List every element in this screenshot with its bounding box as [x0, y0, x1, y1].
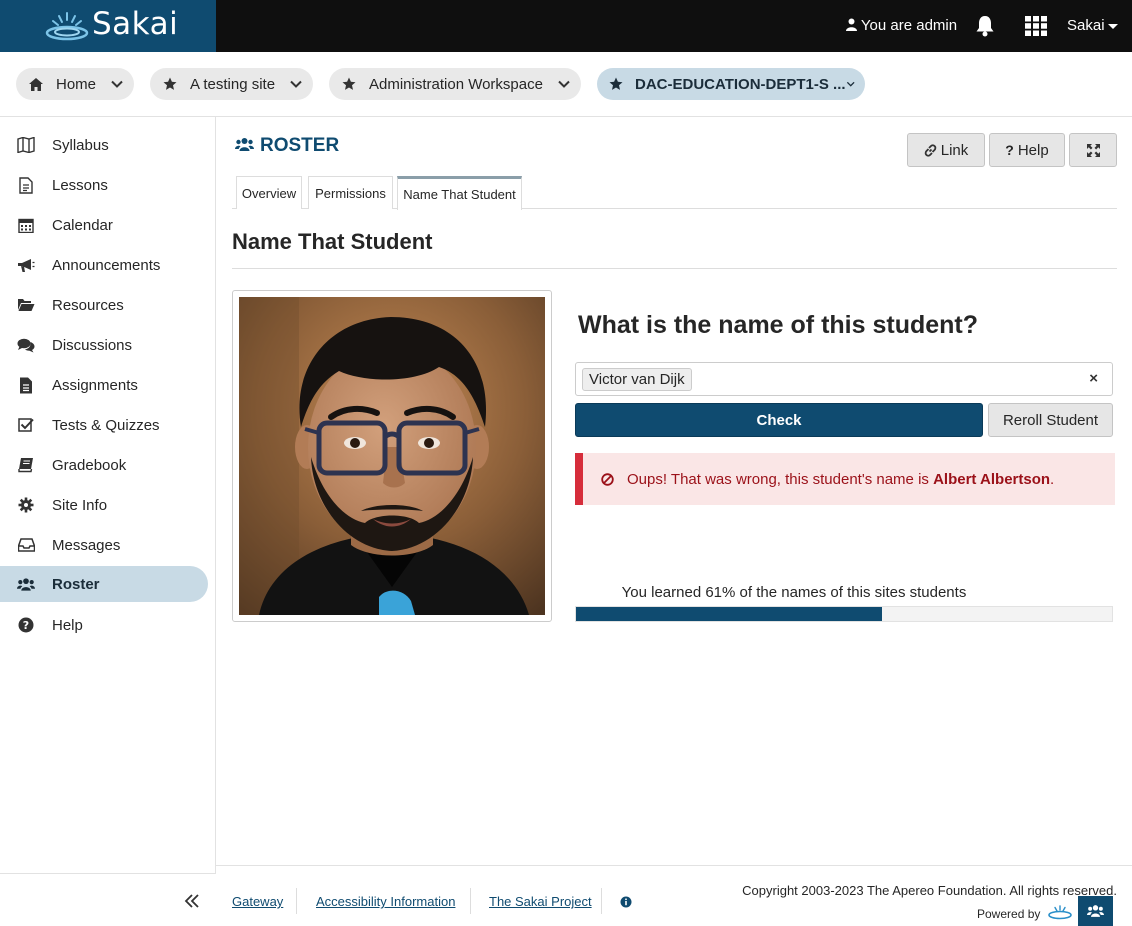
- heading-divider: [232, 268, 1117, 269]
- footer-link-sakai-project[interactable]: The Sakai Project: [489, 894, 592, 909]
- sidebar-item-site-info[interactable]: Site Info: [0, 487, 208, 523]
- inbox-icon: [17, 536, 35, 554]
- tab-overview[interactable]: Overview: [236, 176, 302, 209]
- error-alert: Oups! That was wrong, this student's nam…: [575, 453, 1115, 505]
- tab-permissions[interactable]: Permissions: [308, 176, 393, 209]
- sidebar-item-help[interactable]: ? Help: [0, 607, 208, 643]
- info-icon[interactable]: [620, 896, 632, 908]
- sidebar-item-messages[interactable]: Messages: [0, 527, 208, 563]
- users-icon: [235, 138, 254, 151]
- top-header: Sakai You are admin Sakai: [0, 0, 1132, 52]
- correct-student-name: Albert Albertson: [933, 470, 1051, 488]
- site-tab-a-testing-site[interactable]: A testing site: [150, 68, 313, 100]
- site-menu[interactable]: Sakai: [1067, 17, 1105, 34]
- user-menu[interactable]: You are admin: [846, 17, 957, 34]
- ban-icon: [601, 472, 614, 486]
- sidebar-item-assignments[interactable]: Assignments: [0, 367, 208, 403]
- site-tab-dac-education[interactable]: DAC-EDUCATION-DEPT1-S ...: [597, 68, 865, 100]
- selected-name-tag: Victor van Dijk: [582, 368, 692, 391]
- sidebar-item-discussions[interactable]: Discussions: [0, 327, 208, 363]
- users-icon: [17, 575, 35, 593]
- sakai-logo-icon: [45, 12, 89, 41]
- fullscreen-button[interactable]: [1069, 133, 1117, 167]
- sakai-logo[interactable]: Sakai: [0, 0, 216, 52]
- book-icon: [17, 456, 35, 474]
- double-chevron-left-icon[interactable]: [184, 893, 200, 909]
- chevron-down-icon[interactable]: [846, 77, 855, 91]
- chevron-down-icon[interactable]: [557, 77, 571, 91]
- bell-icon[interactable]: [975, 15, 995, 37]
- apps-grid-icon[interactable]: [1025, 16, 1047, 36]
- link-button[interactable]: Link: [907, 133, 985, 167]
- footer-link-accessibility[interactable]: Accessibility Information: [316, 894, 455, 909]
- chevron-down-icon[interactable]: [110, 77, 124, 91]
- tab-name-that-student[interactable]: Name That Student: [397, 176, 522, 210]
- sidebar-item-calendar[interactable]: Calendar: [0, 207, 208, 243]
- check-button[interactable]: Check: [575, 403, 983, 437]
- star-icon: [341, 76, 357, 92]
- question-heading: What is the name of this student?: [578, 311, 979, 339]
- sakai-powered-logo-icon: [1048, 905, 1072, 920]
- powered-by-label: Powered by: [977, 907, 1041, 921]
- calendar-icon: [17, 216, 35, 234]
- question-icon: ?: [17, 616, 35, 634]
- progress-bar-fill: [576, 607, 882, 621]
- user-label: You are admin: [860, 17, 958, 34]
- checkbox-icon: [17, 416, 35, 434]
- reroll-student-button[interactable]: Reroll Student: [988, 403, 1113, 437]
- footer-separator: [296, 888, 297, 914]
- help-button[interactable]: ? Help: [989, 133, 1065, 167]
- copyright-text: Copyright 2003-2023 The Apereo Foundatio…: [742, 883, 1117, 898]
- sidebar-item-resources[interactable]: Resources: [0, 287, 208, 323]
- expand-icon: [1086, 143, 1100, 157]
- caret-down-icon[interactable]: [1108, 24, 1118, 29]
- site-navigation-bar: Home A testing site Administration Works…: [0, 52, 1132, 117]
- site-tab-administration-workspace[interactable]: Administration Workspace: [329, 68, 581, 100]
- page-heading: Name That Student: [232, 229, 433, 254]
- map-icon: [17, 136, 35, 154]
- sidebar-item-gradebook[interactable]: Gradebook: [0, 447, 208, 483]
- star-icon: [162, 76, 178, 92]
- tool-tabs: Overview Permissions Name That Student: [232, 176, 1117, 210]
- student-name-select[interactable]: Victor van Dijk ×: [575, 362, 1113, 396]
- home-icon: [28, 76, 44, 92]
- site-tab-home[interactable]: Home: [16, 68, 134, 100]
- comments-icon: [17, 336, 35, 354]
- link-icon: [924, 143, 937, 157]
- sidebar-item-tests-quizzes[interactable]: Tests & Quizzes: [0, 407, 208, 443]
- footer-link-gateway[interactable]: Gateway: [232, 894, 283, 909]
- bullhorn-icon: [17, 256, 35, 274]
- logo-text: Sakai: [92, 6, 179, 42]
- star-icon: [609, 76, 623, 92]
- roster-quick-button[interactable]: [1078, 896, 1113, 926]
- file-icon: [17, 376, 35, 394]
- question-mark-icon: ?: [1005, 142, 1014, 158]
- gear-icon: [17, 496, 35, 514]
- folder-icon: [17, 296, 35, 314]
- tool-title: ROSTER: [260, 135, 340, 156]
- clear-selection-icon[interactable]: ×: [1089, 370, 1098, 387]
- progress-label: You learned 61% of the names of this sit…: [621, 584, 967, 601]
- progress-bar: [575, 606, 1113, 622]
- document-icon: [17, 176, 35, 194]
- sidebar-item-roster[interactable]: Roster: [0, 566, 208, 602]
- users-icon: [1087, 905, 1104, 917]
- alert-message: Oups! That was wrong, this student's nam…: [627, 470, 1055, 488]
- student-photo: [239, 297, 545, 615]
- svg-text:?: ?: [23, 619, 29, 632]
- sidebar-item-syllabus[interactable]: Syllabus: [0, 127, 208, 163]
- user-icon: [846, 18, 857, 31]
- footer-separator: [470, 888, 471, 914]
- student-photo-frame: [232, 290, 552, 622]
- chevron-down-icon[interactable]: [289, 77, 303, 91]
- sidebar-item-lessons[interactable]: Lessons: [0, 167, 208, 203]
- sidebar-item-announcements[interactable]: Announcements: [0, 247, 208, 283]
- footer-separator: [601, 888, 602, 914]
